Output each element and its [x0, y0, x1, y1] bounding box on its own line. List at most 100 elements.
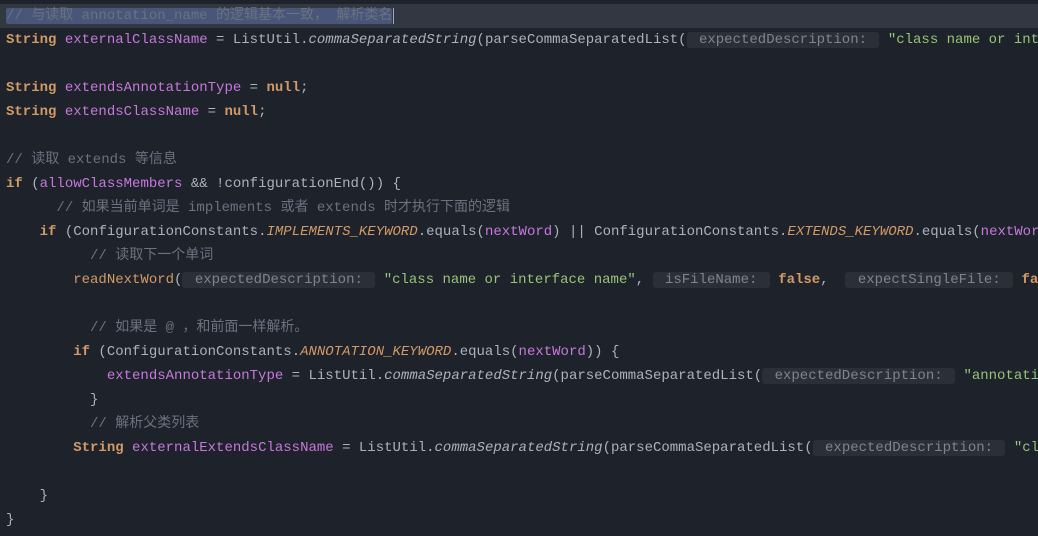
call: .equals(: [418, 224, 485, 240]
paren: (: [603, 440, 611, 456]
blank-line[interactable]: [0, 124, 1038, 148]
class-ref: ConfigurationConstants: [73, 224, 258, 240]
code-line[interactable]: // 读取下一个单词: [0, 244, 1038, 268]
dot: .: [376, 368, 384, 384]
dot: .: [300, 32, 308, 48]
op: && !: [182, 176, 224, 192]
string: "annotation type": [963, 368, 1038, 384]
comment: // 如果当前单词是 implements 或者 extends 时才执行下面的…: [23, 200, 510, 216]
variable: allowClassMembers: [40, 176, 183, 192]
variable: externalClassName: [65, 32, 208, 48]
blank-line[interactable]: [0, 460, 1038, 484]
type-keyword: String: [6, 32, 56, 48]
method: commaSeparatedString: [309, 32, 477, 48]
code-line[interactable]: // 读取 extends 等信息: [0, 148, 1038, 172]
variable: externalExtendsClassName: [132, 440, 334, 456]
type-keyword: String: [6, 104, 56, 120]
text-cursor: [393, 8, 394, 24]
code-line[interactable]: String extendsAnnotationType = null;: [0, 76, 1038, 100]
comment: // 如果是 @ ，和前面一样解析。: [23, 320, 309, 336]
method: commaSeparatedString: [384, 368, 552, 384]
code-line[interactable]: String externalClassName = ListUtil.comm…: [0, 28, 1038, 52]
type-keyword: String: [6, 80, 56, 96]
paren: (: [477, 32, 485, 48]
param-hint: expectedDescription:: [762, 368, 955, 384]
call: .equals(: [913, 224, 980, 240]
op: =: [208, 32, 233, 48]
method: parseCommaSeparatedList: [485, 32, 678, 48]
dot: .: [292, 344, 300, 360]
param-hint: expectedDescription:: [182, 272, 375, 288]
paren: (: [56, 224, 73, 240]
class-ref: ConfigurationConstants: [594, 224, 779, 240]
param-hint: expectSingleFile:: [845, 272, 1013, 288]
method: readNextWord: [73, 272, 174, 288]
method: configurationEnd: [224, 176, 358, 192]
param-hint: isFileName:: [653, 272, 770, 288]
call: .equals(: [451, 344, 518, 360]
code-line[interactable]: if (ConfigurationConstants.ANNOTATION_KE…: [0, 340, 1038, 364]
indent-guide: [6, 416, 23, 432]
comma: ,: [820, 272, 837, 288]
code-line[interactable]: // 与读取 annotation_name 的逻辑基本一致， 解析类名: [0, 4, 1038, 28]
paren: ) ||: [552, 224, 594, 240]
code-line[interactable]: if (ConfigurationConstants.IMPLEMENTS_KE…: [0, 220, 1038, 244]
string: "class name: [1014, 440, 1038, 456]
code-line[interactable]: }: [0, 508, 1038, 532]
paren: (: [552, 368, 560, 384]
brace: }: [23, 392, 99, 408]
variable: nextWord: [981, 224, 1038, 240]
keyword-if: if: [40, 224, 57, 240]
string: "class name or interface name": [384, 272, 636, 288]
method: parseCommaSeparatedList: [561, 368, 754, 384]
dot: .: [426, 440, 434, 456]
method: commaSeparatedString: [435, 440, 603, 456]
indent-guide: [6, 392, 23, 408]
constant: IMPLEMENTS_KEYWORD: [266, 224, 417, 240]
code-line[interactable]: String extendsClassName = null;: [0, 100, 1038, 124]
variable: extendsAnnotationType: [65, 80, 241, 96]
keyword-if: if: [73, 344, 90, 360]
semi: ;: [300, 80, 308, 96]
semi: ;: [258, 104, 266, 120]
code-line[interactable]: readNextWord( expectedDescription: "clas…: [0, 268, 1038, 292]
code-line[interactable]: if (allowClassMembers && !configurationE…: [0, 172, 1038, 196]
code-line[interactable]: }: [0, 484, 1038, 508]
blank-line[interactable]: [0, 292, 1038, 316]
code-line[interactable]: // 如果当前单词是 implements 或者 extends 时才执行下面的…: [0, 196, 1038, 220]
variable: nextWord: [519, 344, 586, 360]
blank-line[interactable]: [0, 52, 1038, 76]
code-line[interactable]: extendsAnnotationType = ListUtil.commaSe…: [0, 364, 1038, 388]
class-ref: ConfigurationConstants: [107, 344, 292, 360]
code-line[interactable]: // 解析父类列表: [0, 412, 1038, 436]
indent-guide: [6, 440, 73, 456]
comma: ,: [636, 272, 653, 288]
variable: nextWord: [485, 224, 552, 240]
bool: false: [1021, 272, 1038, 288]
comment: // 读取下一个单词: [23, 248, 213, 264]
string: "class name or interface na: [888, 32, 1038, 48]
comment-selection: // 与读取 annotation_name 的逻辑基本一致， 解析类名: [6, 8, 392, 24]
indent-guide: [6, 320, 23, 336]
param-hint: expectedDescription:: [813, 440, 1006, 456]
constant: EXTENDS_KEYWORD: [787, 224, 913, 240]
class-ref: ListUtil: [308, 368, 375, 384]
paren: (: [90, 344, 107, 360]
code-line[interactable]: // 如果是 @ ，和前面一样解析。: [0, 316, 1038, 340]
paren: (: [804, 440, 812, 456]
method: parseCommaSeparatedList: [611, 440, 804, 456]
indent-guide: [6, 344, 73, 360]
comment: // 读取 extends 等信息: [6, 152, 177, 168]
comment: // 解析父类列表: [23, 416, 199, 432]
null-literal: null: [266, 80, 300, 96]
code-line[interactable]: String externalExtendsClassName = ListUt…: [0, 436, 1038, 460]
code-line[interactable]: }: [0, 388, 1038, 412]
constant: ANNOTATION_KEYWORD: [300, 344, 451, 360]
indent-guide: [6, 224, 40, 240]
indent-guide: [6, 272, 73, 288]
paren: (: [678, 32, 686, 48]
op: =: [334, 440, 359, 456]
paren: )) {: [586, 344, 620, 360]
indent-guide: [6, 200, 23, 216]
param-hint: expectedDescription:: [687, 32, 880, 48]
